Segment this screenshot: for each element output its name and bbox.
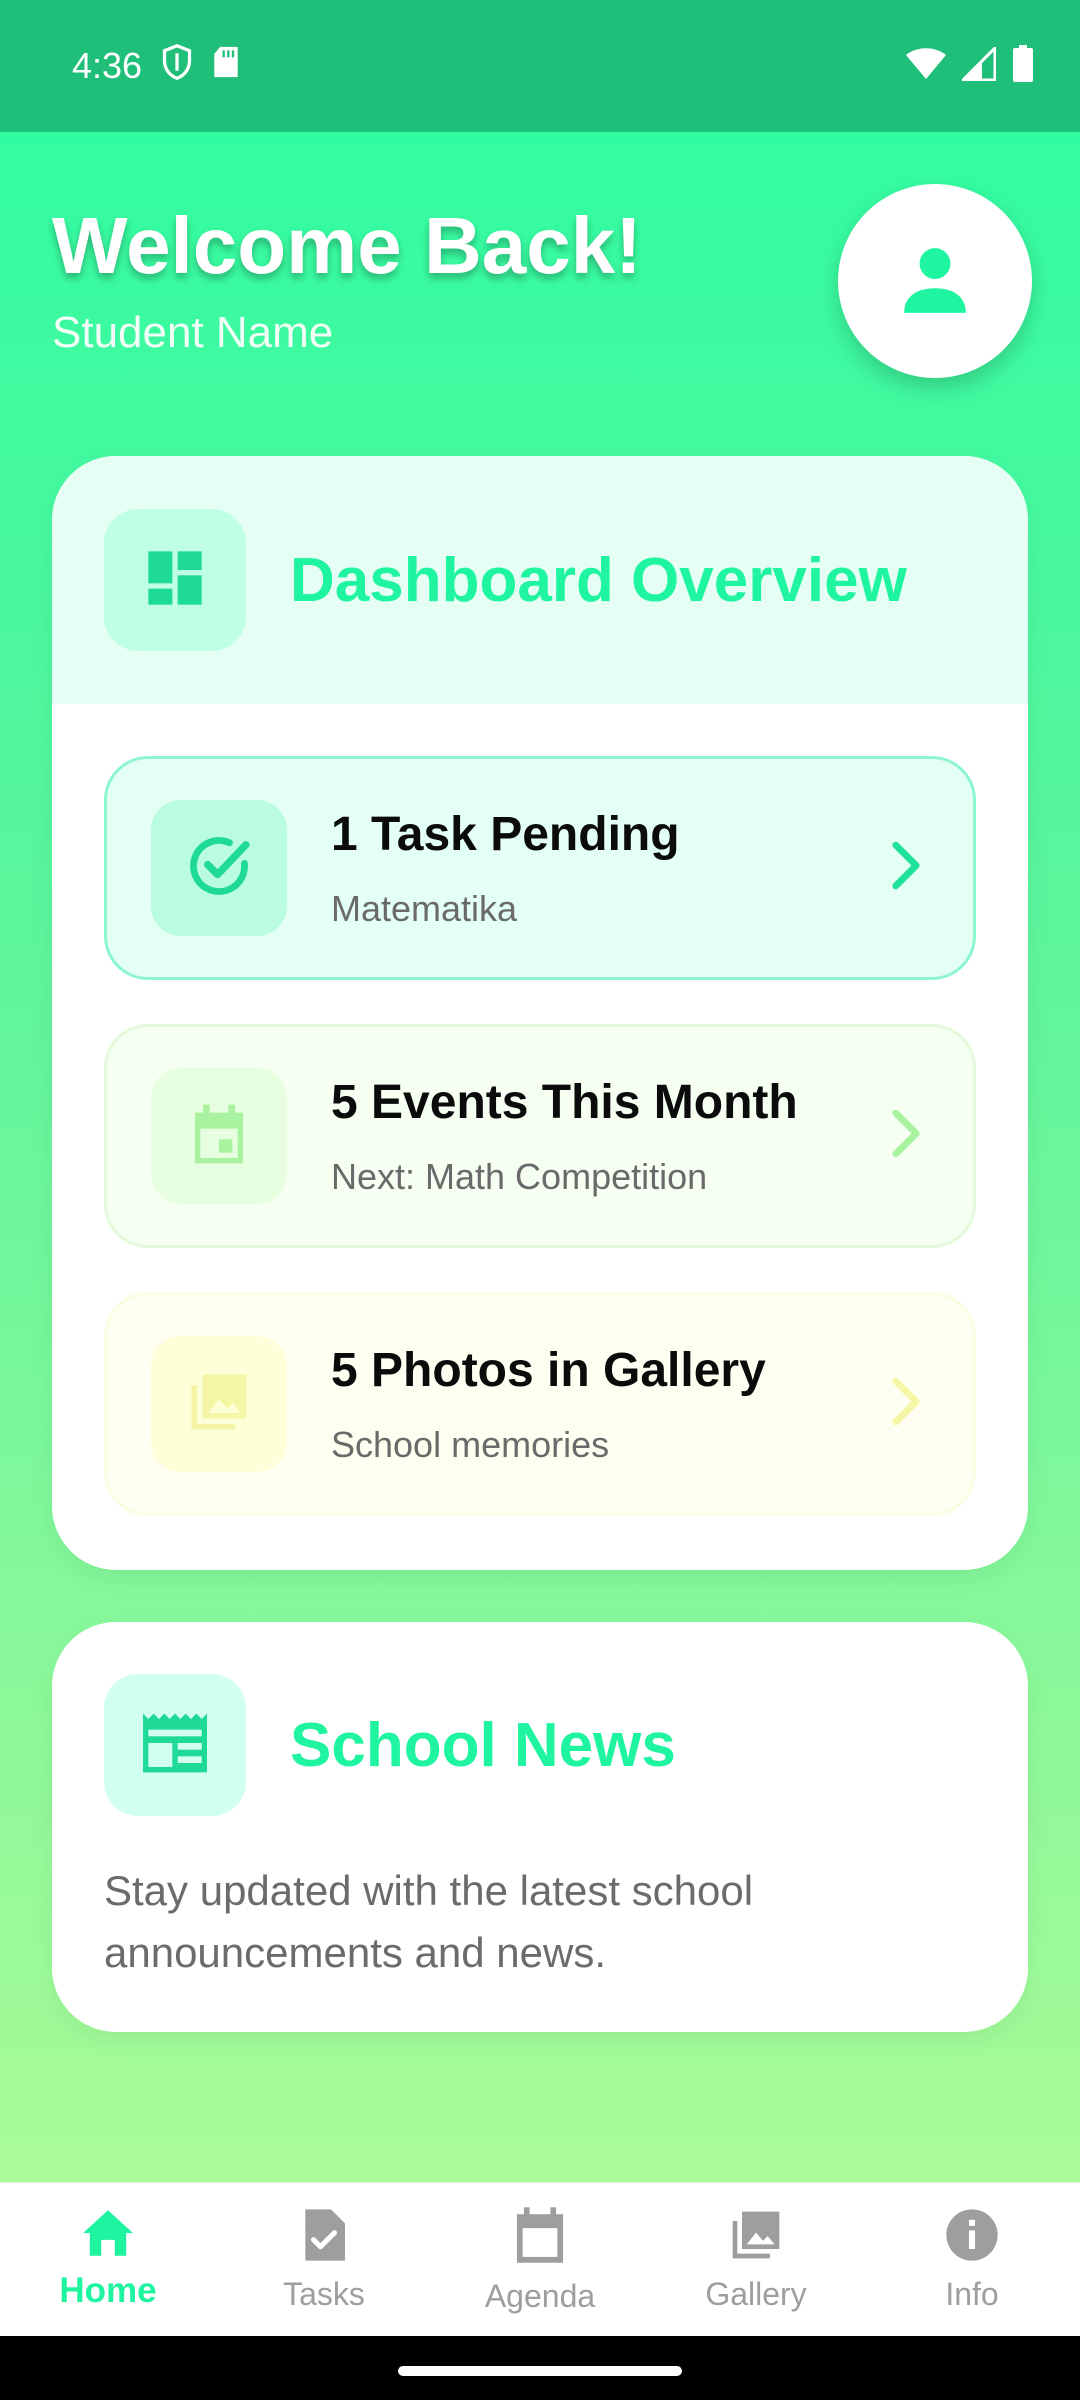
chevron-right-icon — [889, 840, 923, 897]
stat-icon-box — [151, 1336, 287, 1472]
wifi-icon — [906, 47, 946, 85]
shield-icon — [162, 43, 192, 89]
news-description: Stay updated with the latest school anno… — [104, 1867, 754, 1976]
stat-subtitle: Next: Math Competition — [331, 1155, 708, 1197]
news-title: School News — [290, 1710, 676, 1780]
news-icon-box — [104, 1674, 246, 1816]
signal-icon — [959, 43, 997, 86]
bottom-navigation: Home Tasks Agenda Gallery Info — [0, 2182, 1080, 2336]
newspaper-icon — [140, 1711, 210, 1780]
news-header: School News — [52, 1622, 1028, 1816]
calendar-icon — [512, 2205, 568, 2270]
stat-icon-box — [151, 1068, 287, 1204]
nav-label: Info — [945, 2275, 999, 2312]
system-gesture-bar — [0, 2336, 1080, 2400]
dashboard-title: Dashboard Overview — [290, 545, 907, 615]
stat-text: 5 Photos in Gallery School memories — [331, 1343, 766, 1466]
nav-label: Gallery — [705, 2275, 807, 2312]
photo-library-icon — [186, 1369, 252, 1440]
stat-subtitle: School memories — [331, 1423, 610, 1465]
task-check-icon — [185, 832, 253, 905]
header: Welcome Back! Student Name — [52, 184, 1032, 400]
nav-tasks[interactable]: Tasks — [216, 2183, 432, 2336]
stat-title: 1 Task Pending — [331, 807, 680, 861]
stat-list: 1 Task Pending Matematika 5 Events This … — [52, 704, 1028, 1516]
status-right — [906, 43, 1034, 88]
nav-agenda[interactable]: Agenda — [432, 2183, 648, 2336]
nav-info[interactable]: Info — [864, 2183, 1080, 2336]
battery-icon — [1012, 44, 1034, 88]
stat-text: 5 Events This Month Next: Math Competiti… — [331, 1075, 798, 1198]
home-gesture-handle[interactable] — [398, 2366, 682, 2376]
stat-text: 1 Task Pending Matematika — [331, 807, 680, 930]
nav-home[interactable]: Home — [0, 2183, 216, 2336]
dashboard-overview-card: Dashboard Overview 1 Task Pending Matema… — [52, 456, 1028, 1570]
nav-label: Agenda — [484, 2277, 596, 2314]
chevron-right-icon — [889, 1376, 923, 1433]
chevron-right-icon — [889, 1108, 923, 1165]
dashboard-icon-box — [104, 509, 246, 651]
dashboard-icon — [143, 546, 207, 615]
nav-gallery[interactable]: Gallery — [648, 2183, 864, 2336]
nav-label: Home — [59, 2271, 157, 2310]
assignment-icon — [300, 2207, 348, 2268]
calendar-icon — [187, 1102, 251, 1171]
events-month-item[interactable]: 5 Events This Month Next: Math Competiti… — [104, 1024, 976, 1248]
status-time: 4:36 — [72, 45, 143, 86]
person-icon — [898, 242, 972, 321]
stat-title: 5 Events This Month — [331, 1075, 798, 1129]
gallery-photos-item[interactable]: 5 Photos in Gallery School memories — [104, 1292, 976, 1516]
school-news-card[interactable]: School News Stay updated with the latest… — [52, 1622, 1028, 2032]
tasks-pending-item[interactable]: 1 Task Pending Matematika — [104, 756, 976, 980]
home-icon — [80, 2208, 136, 2263]
stat-title: 5 Photos in Gallery — [331, 1343, 766, 1397]
dashboard-header: Dashboard Overview — [52, 456, 1028, 704]
sd-card-icon — [212, 45, 240, 88]
stat-subtitle: Matematika — [331, 887, 518, 929]
photo-library-icon — [728, 2207, 784, 2268]
profile-avatar-button[interactable] — [838, 184, 1032, 378]
status-left: 4:36 — [72, 43, 240, 89]
nav-label: Tasks — [283, 2275, 365, 2312]
info-icon — [944, 2207, 1000, 2268]
status-bar: 4:36 — [0, 0, 1080, 132]
stat-icon-box — [151, 800, 287, 936]
